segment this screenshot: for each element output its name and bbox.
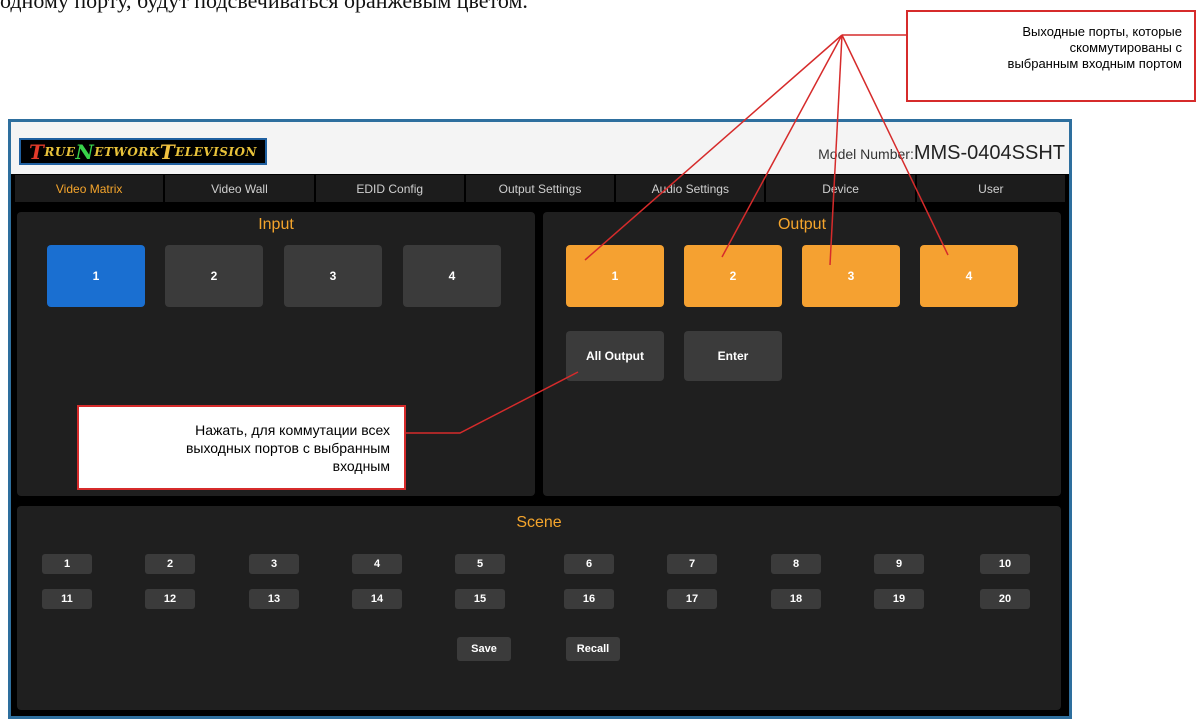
output-port-1[interactable]: 1: [566, 245, 664, 307]
scene-button-11[interactable]: 11: [42, 589, 92, 609]
header-bar: T RUE N ETWORK T ELEVISION Model Number:MMS…: [11, 122, 1069, 174]
scene-button-8[interactable]: 8: [771, 554, 821, 574]
output-port-4[interactable]: 4: [920, 245, 1018, 307]
scene-button-16[interactable]: 16: [564, 589, 614, 609]
scene-save-button[interactable]: Save: [457, 637, 511, 661]
scene-button-7[interactable]: 7: [667, 554, 717, 574]
scene-button-4[interactable]: 4: [352, 554, 402, 574]
all-output-button[interactable]: All Output: [566, 331, 664, 381]
input-port-1[interactable]: 1: [47, 245, 145, 307]
scene-button-15[interactable]: 15: [455, 589, 505, 609]
input-panel-title: Input: [258, 216, 294, 233]
model-number: Model Number:MMS-0404SSHT: [818, 142, 1065, 165]
tab-edid-config[interactable]: EDID Config: [315, 175, 464, 202]
scene-button-12[interactable]: 12: [145, 589, 195, 609]
tab-device[interactable]: Device: [766, 175, 915, 202]
outputs-callout-line-1: Выходные порты, которые: [1022, 24, 1182, 39]
output-port-3[interactable]: 3: [802, 245, 900, 307]
scene-button-14[interactable]: 14: [352, 589, 402, 609]
tab-user[interactable]: User: [916, 175, 1065, 202]
scene-button-17[interactable]: 17: [667, 589, 717, 609]
model-number-label: Model Number:: [818, 146, 914, 162]
scene-button-2[interactable]: 2: [145, 554, 195, 574]
output-panel: Output 1 2 3 4 All Output Enter: [543, 212, 1061, 496]
model-number-value: MMS-0404SSHT: [913, 142, 1065, 164]
scene-panel: Scene 1 2 3 4 5 6 7 8 9 10 11 12 13 14 1…: [17, 506, 1061, 710]
scene-button-18[interactable]: 18: [771, 589, 821, 609]
brand-logo: T RUE N ETWORK T ELEVISION: [19, 138, 267, 165]
tab-audio-settings[interactable]: Audio Settings: [616, 175, 765, 202]
document-text-fragment: одному порту, будут подсвечиваться оранж…: [0, 0, 528, 13]
all-output-callout-line-3: входным: [332, 458, 390, 474]
scene-button-9[interactable]: 9: [874, 554, 924, 574]
scene-button-20[interactable]: 20: [980, 589, 1030, 609]
scene-button-13[interactable]: 13: [249, 589, 299, 609]
tab-output-settings[interactable]: Output Settings: [465, 175, 615, 202]
input-port-4[interactable]: 4: [403, 245, 501, 307]
main-nav: Video Matrix Video Wall EDID Config Outp…: [15, 175, 1065, 202]
enter-button[interactable]: Enter: [684, 331, 782, 381]
all-output-callout-line-2: выходных портов с выбранным: [185, 440, 390, 456]
output-port-2[interactable]: 2: [684, 245, 782, 307]
all-output-callout-line-1: Нажать, для коммутации всех: [195, 422, 390, 438]
scene-button-3[interactable]: 3: [249, 554, 299, 574]
scene-button-10[interactable]: 10: [980, 554, 1030, 574]
input-port-2[interactable]: 2: [165, 245, 263, 307]
scene-panel-title: Scene: [516, 514, 562, 531]
outputs-callout: Выходные порты, которые скоммутированы с…: [906, 10, 1196, 102]
scene-button-5[interactable]: 5: [455, 554, 505, 574]
scene-recall-button[interactable]: Recall: [566, 637, 620, 661]
scene-button-6[interactable]: 6: [564, 554, 614, 574]
outputs-callout-line-3: выбранным входным портом: [1007, 56, 1182, 71]
scene-button-1[interactable]: 1: [42, 554, 92, 574]
output-panel-title: Output: [777, 216, 827, 233]
scene-button-19[interactable]: 19: [874, 589, 924, 609]
input-port-3[interactable]: 3: [284, 245, 382, 307]
all-output-callout: Нажать, для коммутации всех выходных пор…: [77, 405, 406, 490]
tab-video-wall[interactable]: Video Wall: [165, 175, 314, 202]
outputs-callout-line-2: скоммутированы с: [1069, 40, 1182, 55]
tab-video-matrix[interactable]: Video Matrix: [15, 175, 164, 202]
